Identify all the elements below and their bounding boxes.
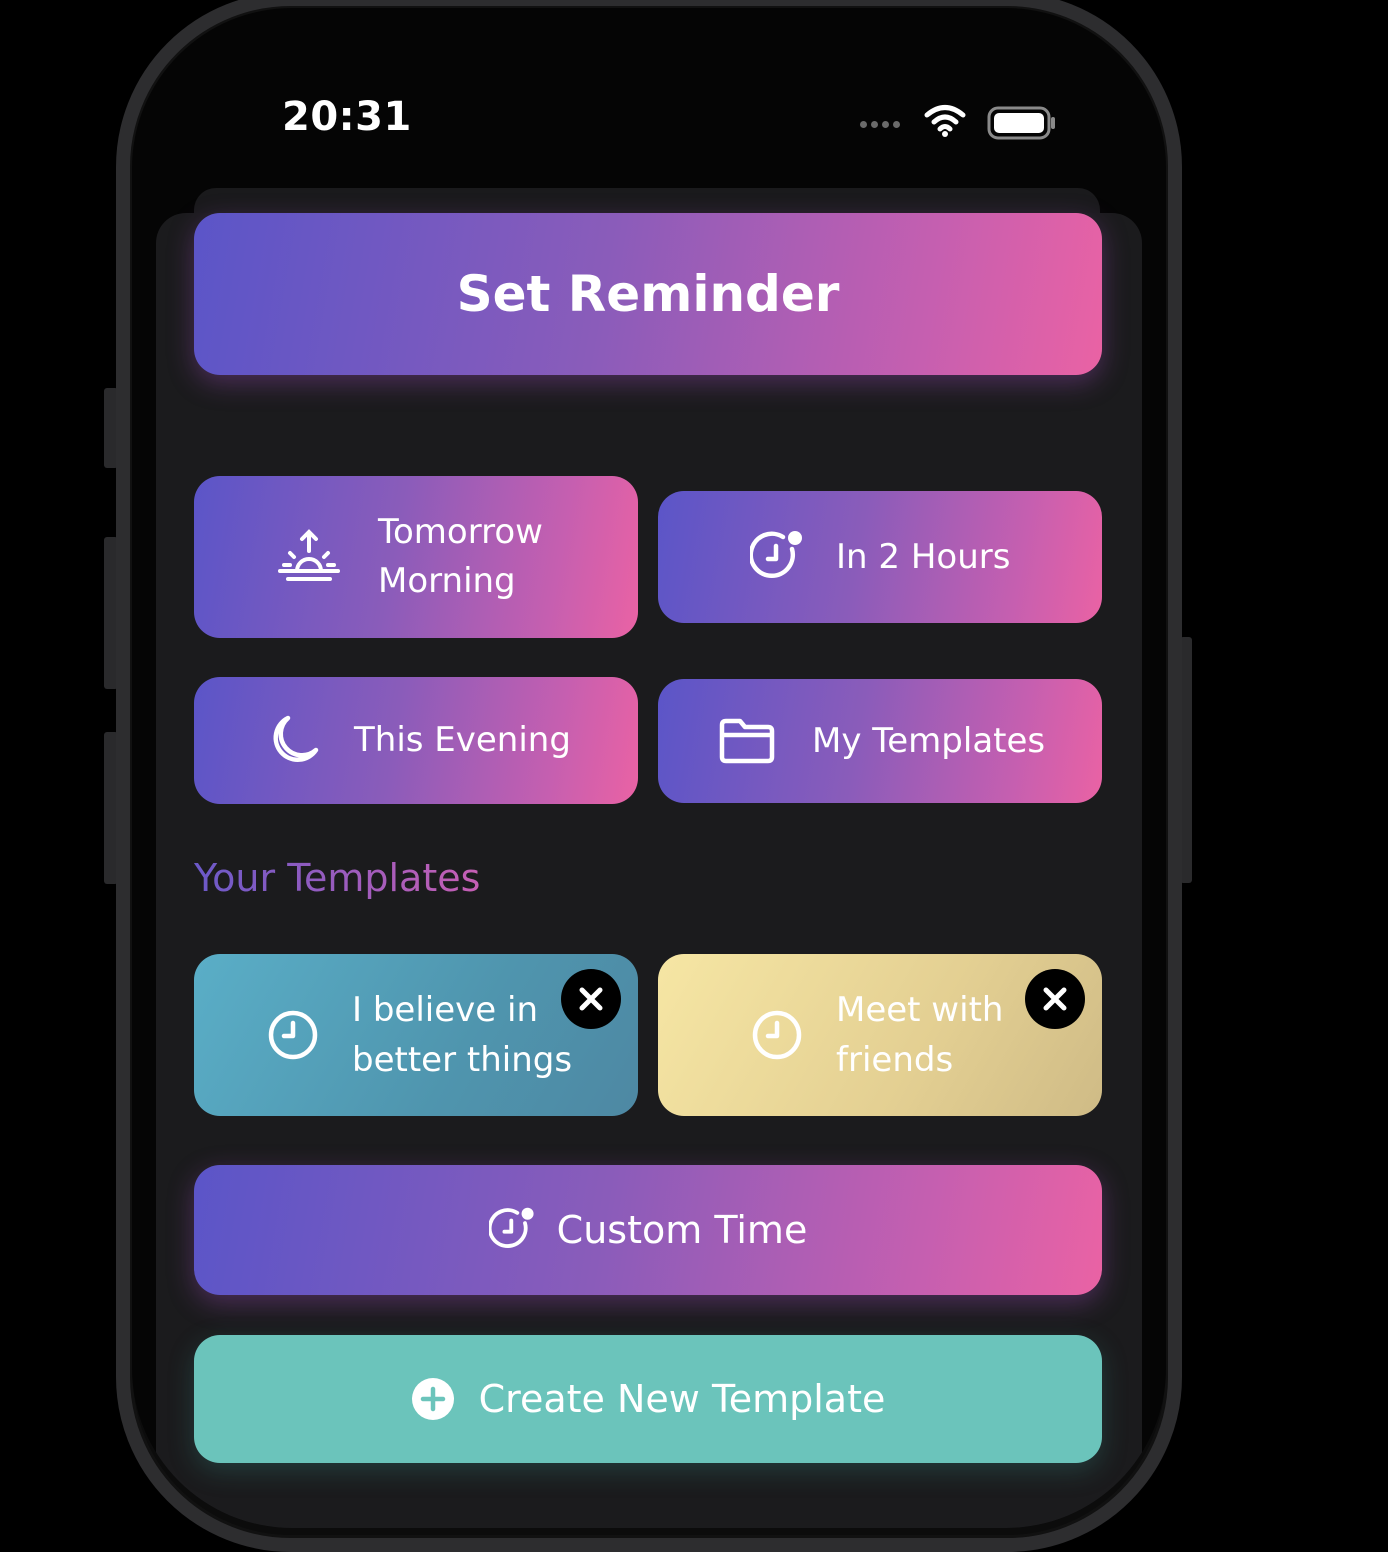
battery-icon [987, 106, 1055, 140]
template-label: Meet with friends [836, 985, 1003, 1085]
template-label: I believe in better things [352, 985, 572, 1085]
tomorrow-morning-line2: Morning [378, 561, 516, 601]
tomorrow-morning-label: Tomorrow Morning [378, 508, 543, 606]
tomorrow-morning-line1: Tomorrow [378, 512, 543, 552]
moon-icon [273, 715, 319, 762]
create-new-template-button[interactable]: Create New Template [194, 1335, 1102, 1463]
template-label-line2: better things [352, 1040, 573, 1080]
my-templates-label: My Templates [812, 720, 1046, 761]
sunrise-icon [278, 529, 340, 581]
section-title-your-templates: Your Templates [194, 856, 481, 900]
clock-badge-icon [488, 1207, 534, 1248]
create-new-template-label: Create New Template [478, 1377, 886, 1421]
custom-time-label: Custom Time [556, 1208, 808, 1252]
clock-icon [268, 1010, 318, 1060]
plus-circle-icon [411, 1378, 454, 1420]
delete-template-button[interactable] [1025, 969, 1085, 1029]
template-label-line2: friends [836, 1040, 954, 1080]
phone-screen: 20:31 Set Reminder Tomorrow Morning In 2… [132, 8, 1166, 1528]
template-label-line1: Meet with [836, 990, 1004, 1030]
custom-time-button[interactable]: Custom Time [194, 1165, 1102, 1295]
my-templates-button[interactable]: My Templates [658, 679, 1102, 803]
close-icon [1043, 987, 1067, 1011]
close-icon [579, 987, 603, 1011]
template-label-line1: I believe in [352, 990, 538, 1030]
delete-template-button[interactable] [561, 969, 621, 1029]
in-2-hours-label: In 2 Hours [836, 536, 1011, 577]
tomorrow-morning-button[interactable]: Tomorrow Morning [194, 476, 638, 638]
set-reminder-label: Set Reminder [456, 265, 840, 323]
clock-badge-icon [750, 531, 802, 578]
status-time: 20:31 [282, 94, 412, 140]
this-evening-button[interactable]: This Evening [194, 677, 638, 804]
clock-icon [752, 1010, 802, 1060]
cellular-signal-icon [860, 121, 900, 128]
this-evening-label: This Evening [354, 720, 571, 760]
folder-icon [719, 718, 775, 764]
in-2-hours-button[interactable]: In 2 Hours [658, 491, 1102, 623]
wifi-icon [924, 105, 966, 137]
set-reminder-button[interactable]: Set Reminder [194, 213, 1102, 375]
